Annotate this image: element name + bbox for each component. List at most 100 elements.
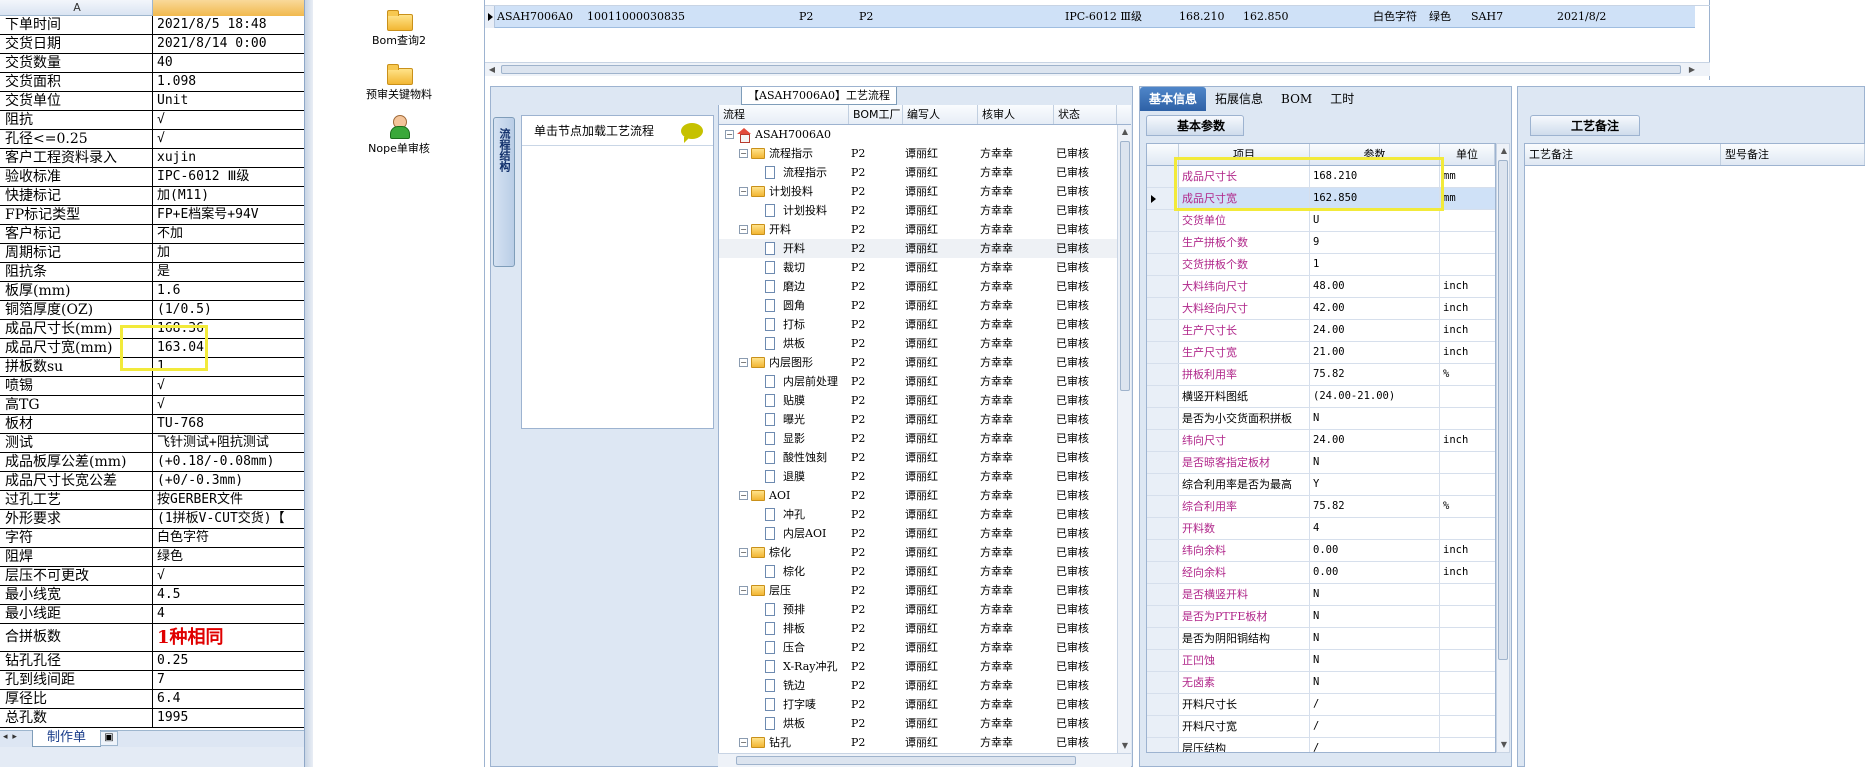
param-value[interactable]: / [1310, 716, 1440, 737]
row-indicator[interactable] [1147, 540, 1179, 561]
param-row[interactable]: 正凹蚀 N [1147, 650, 1495, 672]
row-indicator[interactable] [1147, 430, 1179, 451]
scroll-down-icon[interactable]: ▼ [1118, 739, 1131, 753]
tree-row[interactable]: 开料 P2 谭丽红 方幸幸 已审核 [719, 239, 1131, 258]
tree-row[interactable]: − 计划投料 P2 谭丽红 方幸幸 已审核 [719, 182, 1131, 201]
scrollbar-thumb[interactable] [501, 65, 1681, 74]
cell-value[interactable]: 0.25 [153, 652, 304, 670]
tree-row[interactable]: 烘板 P2 谭丽红 方幸幸 已审核 [719, 714, 1131, 733]
tree-row[interactable]: 圆角 P2 谭丽红 方幸幸 已审核 [719, 296, 1131, 315]
cell-label[interactable]: 外形要求 [0, 510, 153, 528]
cell-value[interactable]: 4.5 [153, 586, 304, 604]
tab-work-hours[interactable]: 工时 [1321, 87, 1363, 111]
scrollbar-thumb[interactable] [1120, 141, 1130, 391]
cell-label[interactable]: 过孔工艺 [0, 491, 153, 509]
param-row[interactable]: 横竖开料图纸 (24.00-21.00) [1147, 386, 1495, 408]
tree-row[interactable]: 打字唛 P2 谭丽红 方幸幸 已审核 [719, 695, 1131, 714]
param-row[interactable]: 是否为小交货面积拼板 N [1147, 408, 1495, 430]
process-horizontal-scrollbar[interactable] [718, 753, 1131, 767]
cell-value[interactable]: (1拼板V-CUT交货)【 [153, 510, 304, 528]
cell-value[interactable]: 不加 [153, 225, 304, 243]
cell-label[interactable]: 合拼板数 [0, 624, 153, 651]
param-value[interactable]: 4 [1310, 518, 1440, 539]
cell-value[interactable]: 加(M11) [153, 187, 304, 205]
cell-value[interactable]: 飞针测试+阻抗测试 [153, 434, 304, 452]
cell-value[interactable]: √ [153, 111, 304, 129]
tree-row[interactable]: 裁切 P2 谭丽红 方幸幸 已审核 [719, 258, 1131, 277]
row-indicator[interactable] [1147, 672, 1179, 693]
row-indicator[interactable] [1147, 364, 1179, 385]
tree-row[interactable]: 酸性蚀刻 P2 谭丽红 方幸幸 已审核 [719, 448, 1131, 467]
row-indicator[interactable] [1147, 210, 1179, 231]
row-indicator[interactable] [1147, 452, 1179, 473]
cell-value[interactable]: 1.6 [153, 282, 304, 300]
col-process-note[interactable]: 工艺备注 [1525, 144, 1721, 165]
cell-value[interactable]: √ [153, 567, 304, 585]
param-value[interactable]: N [1310, 408, 1440, 429]
cell-label[interactable]: 交货面积 [0, 73, 153, 91]
cell-value[interactable]: 4 [153, 605, 304, 623]
tree-row[interactable]: 退膜 P2 谭丽红 方幸幸 已审核 [719, 467, 1131, 486]
param-value[interactable]: 9 [1310, 232, 1440, 253]
cell-label[interactable]: 总孔数 [0, 709, 153, 727]
param-row[interactable]: 是否晾客指定板材 N [1147, 452, 1495, 474]
cell-value[interactable]: (+0.18/-0.08mm) [153, 453, 304, 471]
scroll-up-icon[interactable]: ▲ [1118, 125, 1131, 139]
cell-value[interactable]: (1/0.5) [153, 301, 304, 319]
nav-item-nope-review[interactable]: Nope单审核 [313, 114, 485, 156]
cell-value[interactable]: 6.4 [153, 690, 304, 708]
col-flow[interactable]: 流程 [719, 105, 849, 124]
cell-label[interactable]: 成品尺寸长(mm) [0, 320, 153, 338]
cell-value[interactable]: 7 [153, 671, 304, 689]
cell-value[interactable]: 40 [153, 54, 304, 72]
cell-value[interactable]: FP+E档案号+94V [153, 206, 304, 224]
tree-row[interactable]: − 内层图形 P2 谭丽红 方幸幸 已审核 [719, 353, 1131, 372]
tree-row[interactable]: − 棕化 P2 谭丽红 方幸幸 已审核 [719, 543, 1131, 562]
scroll-up-icon[interactable]: ▲ [1497, 144, 1511, 158]
row-indicator[interactable] [1147, 408, 1179, 429]
param-value[interactable]: Y [1310, 474, 1440, 495]
param-row[interactable]: 综合利用率 75.82% [1147, 496, 1495, 518]
tree-row[interactable]: 冲孔 P2 谭丽红 方幸幸 已审核 [719, 505, 1131, 524]
cell-value[interactable]: 168.36 [153, 320, 304, 338]
cell-label[interactable]: 喷锡 [0, 377, 153, 395]
row-indicator[interactable] [1147, 386, 1179, 407]
cell-value[interactable]: 是 [153, 263, 304, 281]
cell-label[interactable]: 交货日期 [0, 35, 153, 53]
param-value[interactable]: N [1310, 452, 1440, 473]
cell-value[interactable]: 绿色 [153, 548, 304, 566]
cell-label[interactable]: 字符 [0, 529, 153, 547]
param-row[interactable]: 开料尺寸长 / [1147, 694, 1495, 716]
param-row[interactable]: 大料经向尺寸 42.00 inch [1147, 298, 1495, 320]
info-vertical-scrollbar[interactable]: ▲ ▼ [1496, 143, 1510, 753]
column-a-header[interactable]: A [2, 0, 153, 16]
tree-row[interactable]: − 开料 P2 谭丽红 方幸幸 已审核 [719, 220, 1131, 239]
nav-item-bom-query[interactable]: Bom查询2 [313, 6, 485, 48]
cell-value[interactable]: 2021/8/14 0:00 [153, 35, 304, 53]
cell-label[interactable]: 测试 [0, 434, 153, 452]
nav-item-prereview-material[interactable]: 预审关键物料 [313, 60, 485, 102]
collapse-icon[interactable]: − [739, 225, 748, 234]
param-value[interactable]: 75.82 [1310, 364, 1440, 385]
excel-horizontal-scrollbar[interactable] [0, 747, 304, 767]
row-indicator[interactable] [1147, 342, 1179, 363]
row-indicator-arrow-icon[interactable] [1147, 188, 1179, 209]
param-row[interactable]: 无卤素 N [1147, 672, 1495, 694]
tree-row[interactable]: 打标 P2 谭丽红 方幸幸 已审核 [719, 315, 1131, 334]
cell-value[interactable]: √ [153, 396, 304, 414]
cell-label[interactable]: 阻抗 [0, 111, 153, 129]
cell-label[interactable]: 周期标记 [0, 244, 153, 262]
cell-value[interactable]: 1.098 [153, 73, 304, 91]
cell-label[interactable]: 阻焊 [0, 548, 153, 566]
tab-basic-info[interactable]: 基本信息 [1140, 87, 1207, 111]
tree-row[interactable]: 烘板 P2 谭丽红 方幸幸 已审核 [719, 334, 1131, 353]
collapse-icon[interactable]: − [739, 358, 748, 367]
tree-row[interactable]: 棕化 P2 谭丽红 方幸幸 已审核 [719, 562, 1131, 581]
param-value[interactable]: 162.850 [1310, 188, 1440, 209]
param-value[interactable]: (24.00-21.00) [1310, 386, 1440, 407]
cell-label[interactable]: 最小线宽 [0, 586, 153, 604]
sheet-nav-arrows[interactable]: ◂ ▸ [3, 732, 18, 742]
cell-value[interactable]: 加 [153, 244, 304, 262]
tree-row[interactable]: 磨边 P2 谭丽红 方幸幸 已审核 [719, 277, 1131, 296]
param-value[interactable]: 75.82 [1310, 496, 1440, 517]
